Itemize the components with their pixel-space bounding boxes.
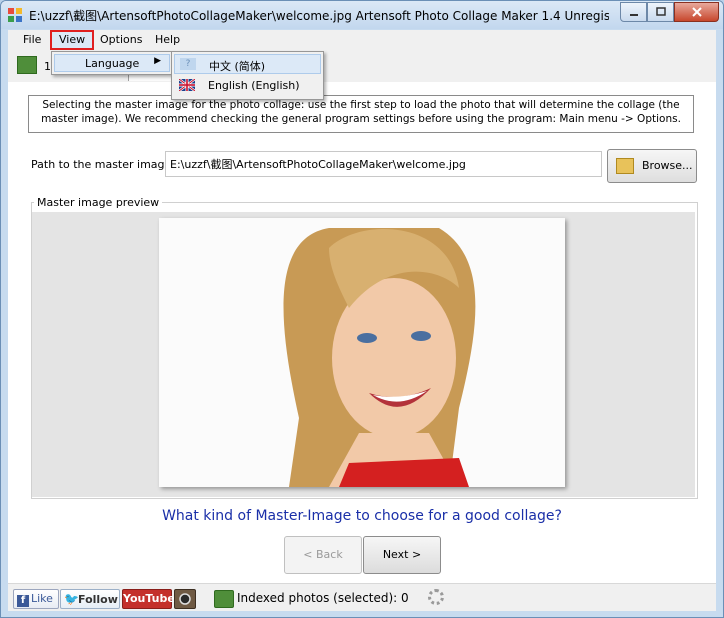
preview-legend: Master image preview	[34, 196, 163, 209]
loading-spinner-icon	[428, 589, 444, 605]
folder-add-icon	[616, 158, 634, 174]
image-icon	[17, 56, 37, 74]
indexed-photos-icon	[214, 590, 234, 608]
master-image-preview	[159, 218, 565, 487]
facebook-like-button[interactable]: f Like	[13, 589, 59, 609]
language-option-english[interactable]: English (English)	[174, 76, 321, 96]
path-label: Path to the master image:	[31, 158, 176, 171]
view-menu: Language ▶	[51, 51, 173, 75]
next-button[interactable]: Next >	[363, 536, 441, 574]
menu-view[interactable]: View	[49, 30, 95, 50]
menu-file[interactable]: File	[16, 32, 48, 48]
maximize-button[interactable]	[647, 2, 674, 22]
language-option-label: English (English)	[208, 79, 300, 92]
help-link[interactable]: What kind of Master-Image to choose for …	[8, 508, 716, 524]
facebook-icon: f	[17, 595, 29, 607]
maximize-icon	[655, 7, 666, 16]
browse-button[interactable]: Browse...	[607, 149, 697, 183]
twitter-follow-button[interactable]: 🐦Follow	[60, 589, 120, 609]
like-label: Like	[31, 592, 53, 605]
menu-bar: File View Options Help	[8, 30, 716, 51]
language-option-label: 中文 (简体)	[209, 60, 266, 73]
menu-options[interactable]: Options	[93, 32, 149, 48]
instagram-icon	[179, 593, 191, 605]
indexed-photos-count: Indexed photos (selected): 0	[237, 591, 409, 605]
path-input[interactable]: E:\uzzf\截图\ArtensoftPhotoCollageMaker\we…	[165, 151, 602, 177]
title-bar[interactable]: E:\uzzf\截图\ArtensoftPhotoCollageMaker\we…	[1, 1, 723, 29]
follow-label: Follow	[78, 593, 118, 606]
unknown-flag-icon: ?	[180, 58, 196, 70]
browse-label: Browse...	[642, 159, 693, 172]
twitter-icon: 🐦	[64, 592, 79, 606]
minimize-icon	[629, 14, 638, 16]
app-icon	[8, 8, 22, 22]
app-window: E:\uzzf\截图\ArtensoftPhotoCollageMaker\we…	[0, 0, 724, 618]
client-area: File View Options Help 1. Selecting the …	[8, 30, 716, 611]
status-bar: f Like 🐦Follow YouTube Indexed photos (se…	[8, 583, 716, 611]
language-submenu: ? 中文 (简体) English (English)	[171, 51, 324, 100]
minimize-button[interactable]	[620, 2, 647, 22]
language-option-chinese[interactable]: ? 中文 (简体)	[174, 54, 321, 74]
menu-help[interactable]: Help	[148, 32, 187, 48]
close-icon	[691, 7, 702, 17]
portrait-image	[159, 218, 565, 487]
language-label: Language	[85, 57, 140, 70]
instagram-button[interactable]	[174, 589, 196, 609]
window-controls	[620, 2, 719, 22]
menu-item-language[interactable]: Language ▶	[54, 54, 170, 72]
youtube-button[interactable]: YouTube	[122, 589, 175, 609]
back-button[interactable]: < Back	[284, 536, 362, 574]
window-title: E:\uzzf\截图\ArtensoftPhotoCollageMaker\we…	[29, 9, 609, 23]
close-button[interactable]	[674, 2, 719, 22]
instructions-box: Selecting the master image for the photo…	[28, 95, 694, 133]
uk-flag-icon	[179, 79, 195, 91]
submenu-arrow-icon: ▶	[154, 56, 161, 66]
